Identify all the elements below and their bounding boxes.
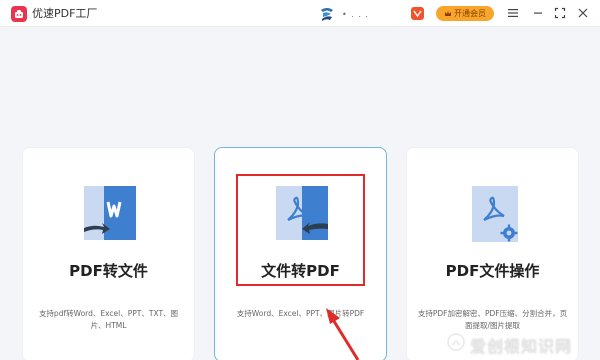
title-bar: 优速PDF工厂 • . . . 开通会员 [0, 0, 600, 27]
watermark-text: 爱创根知识网 [470, 337, 573, 356]
app-title: 优速PDF工厂 [32, 7, 98, 20]
card-description: 支持PDF加密解密、PDF压缩、分割合并，页面提取/图片提取 [417, 309, 568, 330]
user-account[interactable]: • . . . [318, 4, 369, 24]
crown-icon [445, 10, 451, 16]
card-title: PDF转文件 [69, 262, 148, 280]
vip-icon[interactable] [411, 7, 424, 20]
vip-button[interactable]: 开通会员 [436, 6, 494, 21]
user-avatar-icon [321, 8, 333, 21]
card-pdf-to-file[interactable]: PDF转文件 支持pdf转Word、Excel、PPT、TXT、图片、HTML [22, 147, 195, 360]
card-description: 支持pdf转Word、Excel、PPT、TXT、图片、HTML [38, 309, 179, 330]
pdf-settings-icon [472, 186, 518, 242]
highlight-box [236, 174, 365, 286]
maximize-icon[interactable] [551, 4, 569, 22]
card-pdf-operations[interactable]: PDF文件操作 支持PDF加密解密、PDF压缩、分割合并，页面提取/图片提取 [406, 147, 579, 360]
card-title: PDF文件操作 [445, 262, 540, 280]
pointer-arrow-icon [326, 308, 360, 360]
user-name: • . . . [342, 9, 369, 19]
word-icon [84, 186, 136, 240]
app-logo-icon [11, 6, 27, 22]
watermark-logo-icon [447, 333, 465, 351]
vip-button-label: 开通会员 [454, 9, 486, 18]
minimize-icon[interactable] [529, 4, 547, 22]
close-icon[interactable] [574, 4, 592, 22]
menu-icon[interactable] [504, 4, 522, 22]
